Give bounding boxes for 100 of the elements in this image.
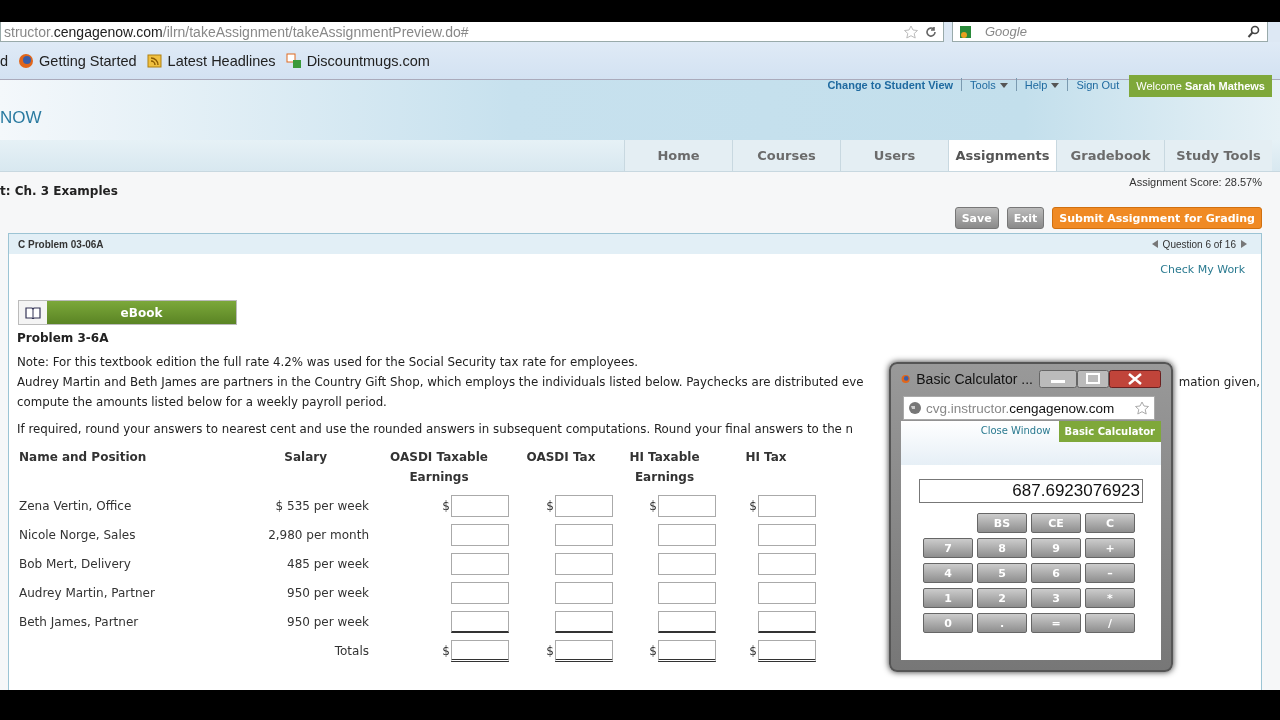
calculator-key[interactable]: 6 <box>1031 563 1081 583</box>
currency-sign: $ <box>749 498 757 513</box>
calculator-key[interactable]: 9 <box>1031 538 1081 558</box>
header-link[interactable]: Help <box>1024 78 1060 92</box>
input-field[interactable] <box>658 610 716 633</box>
nav-tab[interactable]: Gradebook <box>1056 140 1164 171</box>
bookmark[interactable]: Latest Headlines <box>146 52 276 69</box>
calculator-key[interactable]: BS <box>977 513 1027 533</box>
nav-tab[interactable]: Study Tools <box>1164 140 1272 171</box>
calculator-key[interactable]: 5 <box>977 563 1027 583</box>
assignment-score: Assignment Score: 28.57% <box>1129 176 1262 188</box>
search-bar[interactable]: Google <box>952 22 1268 42</box>
calculator-key[interactable]: 3 <box>1031 588 1081 608</box>
input-field[interactable] <box>758 552 816 575</box>
calculator-key[interactable]: 8 <box>977 538 1027 558</box>
header-link[interactable]: Tools <box>970 78 1008 92</box>
currency-sign: $ <box>749 643 757 658</box>
input-field[interactable] <box>658 494 716 517</box>
input-field[interactable] <box>451 523 509 546</box>
address-field[interactable]: structor.cengagenow.com/ilrn/takeAssignment/takeAssignmentPreview.do# <box>0 22 944 42</box>
previous-icon[interactable] <box>1151 240 1158 248</box>
input-field[interactable] <box>658 639 716 662</box>
calculator-key[interactable]: 1 <box>923 588 973 608</box>
header-link[interactable]: Change to Student View <box>827 78 954 92</box>
close-window-link[interactable]: Close Window <box>980 425 1051 436</box>
nav-tab[interactable]: Assignments <box>948 140 1056 171</box>
table-cell-text: Beth James, Partner <box>19 613 140 631</box>
check-work-link[interactable]: Check My Work <box>1160 263 1245 276</box>
calculator-key[interactable]: 2 <box>977 588 1027 608</box>
calculator-key[interactable]: = <box>1031 613 1081 633</box>
input-field[interactable] <box>758 639 816 662</box>
input-field[interactable] <box>555 494 613 517</box>
welcome-banner: Welcome Sarah Mathews <box>1129 75 1272 97</box>
question-position: Question 6 of 16 <box>1162 238 1236 250</box>
calculator-display: 687.6923076923 <box>919 479 1143 503</box>
input-field[interactable] <box>555 610 613 633</box>
nav-tab[interactable]: Courses <box>732 140 840 171</box>
problem-title: Problem 3-6A <box>17 331 110 345</box>
input-field[interactable] <box>451 494 509 517</box>
table-cell-text: Nicole Norge, Sales <box>19 526 137 544</box>
input-field[interactable] <box>555 639 613 662</box>
input-field[interactable] <box>555 581 613 604</box>
bookmark[interactable]: Discountmugs.com <box>285 52 430 69</box>
book-icon <box>25 306 41 319</box>
table-cell-text: Bob Mert, Delivery <box>19 555 132 573</box>
calculator-key[interactable]: / <box>1085 613 1135 633</box>
calculator-key[interactable]: C <box>1085 513 1135 533</box>
bookmark[interactable]: d <box>0 52 9 69</box>
next-icon[interactable] <box>1241 240 1247 248</box>
calculator-key[interactable]: * <box>1085 588 1135 608</box>
input-field[interactable] <box>658 552 716 575</box>
maximize-icon[interactable] <box>1077 370 1109 388</box>
address-field[interactable]: cvg.instructor.cengagenow.com <box>903 396 1155 420</box>
currency-sign: $ <box>546 643 554 658</box>
input-field[interactable] <box>758 610 816 633</box>
action-button[interactable]: Exit <box>1006 207 1045 229</box>
star-icon[interactable] <box>903 24 919 39</box>
action-button[interactable]: Submit Assignment for Grading <box>1052 207 1262 229</box>
close-icon[interactable] <box>1109 370 1161 388</box>
currency-sign: $ <box>649 498 657 513</box>
caret-icon <box>999 82 1008 88</box>
table-cell-text: Audrey Martin, Partner <box>19 584 156 602</box>
calculator-key[interactable]: 4 <box>923 563 973 583</box>
input-field[interactable] <box>758 581 816 604</box>
note-text: Note: For this textbook edition the full rate 4.2% was used for the Social Security tax rate for employees. <box>17 354 640 371</box>
table-cell-text: 950 per week <box>286 584 369 602</box>
input-field[interactable] <box>555 523 613 546</box>
nav-tab[interactable]: Home <box>624 140 732 171</box>
input-field[interactable] <box>758 494 816 517</box>
calculator-tab[interactable]: Basic Calculator <box>1058 421 1161 442</box>
input-field[interactable] <box>658 581 716 604</box>
input-field[interactable] <box>451 552 509 575</box>
input-field[interactable] <box>451 639 509 662</box>
globe-icon <box>908 401 922 415</box>
question-title: C Problem 03-06A <box>18 238 104 250</box>
table-cell-text: Zena Vertin, Office <box>19 497 133 515</box>
input-field[interactable] <box>451 610 509 633</box>
calculator-key[interactable]: 0 <box>923 613 973 633</box>
search-icon[interactable] <box>1247 24 1261 39</box>
logo-text: NOW <box>0 108 42 128</box>
input-field[interactable] <box>658 523 716 546</box>
calculator-key[interactable]: – <box>1085 563 1135 583</box>
table-cell-text: 950 per week <box>286 613 369 631</box>
calculator-key[interactable]: . <box>977 613 1027 633</box>
reload-icon[interactable] <box>925 25 937 38</box>
search-field[interactable]: Google <box>983 23 1241 40</box>
calculator-key[interactable]: CE <box>1031 513 1081 533</box>
assignment-title: t: Ch. 3 Examples <box>0 184 118 198</box>
bookmark[interactable]: Getting Started <box>18 52 137 69</box>
header-link[interactable]: Sign Out <box>1076 78 1120 92</box>
calculator-key[interactable]: + <box>1085 538 1135 558</box>
input-field[interactable] <box>758 523 816 546</box>
input-field[interactable] <box>555 552 613 575</box>
minimize-icon[interactable] <box>1039 370 1077 388</box>
ebook-button[interactable]: eBook <box>18 300 237 325</box>
star-icon[interactable] <box>1134 401 1150 415</box>
input-field[interactable] <box>451 581 509 604</box>
nav-tab[interactable]: Users <box>840 140 948 171</box>
calculator-key[interactable]: 7 <box>923 538 973 558</box>
action-button[interactable]: Save <box>954 207 999 229</box>
